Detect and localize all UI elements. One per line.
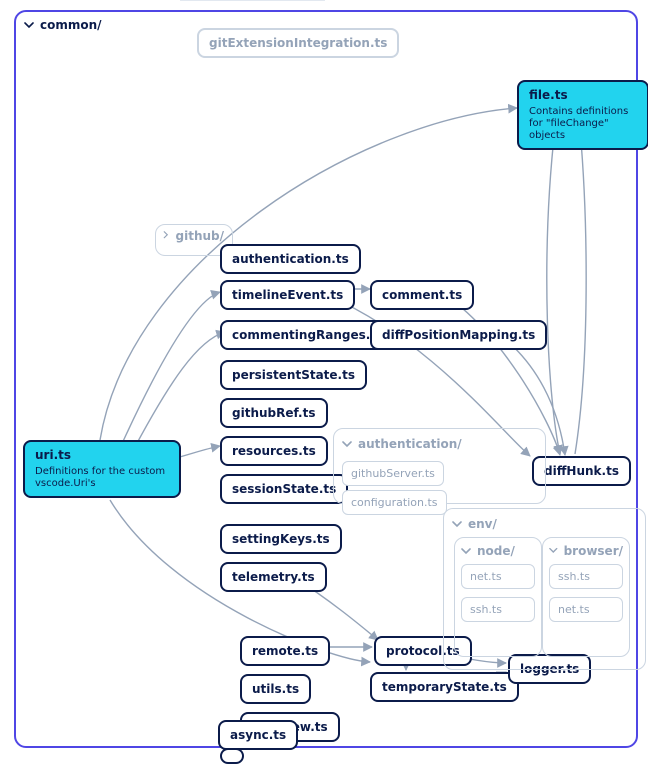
node-label: githubServer.ts — [351, 467, 435, 480]
node-label: utils.ts — [252, 682, 299, 696]
node-diffPositionMapping[interactable]: diffPositionMapping.ts — [370, 320, 547, 350]
group-env-browser-label: browser/ — [564, 544, 623, 558]
node-label: sessionState.ts — [232, 482, 336, 496]
node-label: diffHunk.ts — [544, 464, 619, 478]
group-env-node-label: node/ — [477, 544, 515, 558]
node-label: comment.ts — [382, 288, 462, 302]
node-label: ssh.ts — [558, 570, 590, 583]
node-label: net.ts — [470, 570, 502, 583]
node-label: persistentState.ts — [232, 368, 355, 382]
node-label: diffPositionMapping.ts — [382, 328, 535, 342]
chevron-down-icon — [342, 439, 352, 449]
node-label: uri.ts — [35, 448, 71, 462]
chevron-down-icon — [549, 546, 558, 556]
node-label: gitExtensionIntegration.ts — [209, 36, 387, 50]
node-label: remote.ts — [252, 644, 318, 658]
chevron-down-icon — [461, 546, 471, 556]
node-diffHunk[interactable]: diffHunk.ts — [532, 456, 631, 486]
diagram-stage: { "groups": { "common": { "label": "comm… — [0, 0, 648, 766]
group-env-header[interactable]: env/ — [452, 517, 637, 531]
node-gitExtensionIntegration[interactable]: gitExtensionIntegration.ts — [197, 28, 399, 58]
group-github-label: github/ — [176, 229, 225, 243]
node-remote[interactable]: remote.ts — [240, 636, 330, 666]
node-label: async.ts — [230, 728, 286, 742]
node-label: ssh.ts — [470, 603, 502, 616]
chevron-right-icon — [162, 231, 170, 241]
group-common-header[interactable]: common/ — [24, 18, 102, 32]
node-githubServer[interactable]: githubServer.ts — [342, 461, 444, 486]
group-authentication-header[interactable]: authentication/ — [342, 437, 537, 451]
node-label: timelineEvent.ts — [232, 288, 343, 302]
group-common-label: common/ — [40, 18, 102, 32]
node-telemetry[interactable]: telemetry.ts — [220, 562, 327, 592]
node-timelineEvent[interactable]: timelineEvent.ts — [220, 280, 355, 310]
node-authentication[interactable]: authentication.ts — [220, 244, 361, 274]
node-commentingRanges[interactable]: commentingRanges.ts — [220, 320, 395, 350]
group-env-label: env/ — [468, 517, 497, 531]
node-settingKeys[interactable]: settingKeys.ts — [220, 524, 342, 554]
node-resources[interactable]: resources.ts — [220, 436, 328, 466]
node-label: resources.ts — [232, 444, 316, 458]
node-env-browser-ssh[interactable]: ssh.ts — [549, 564, 623, 589]
node-sessionState[interactable]: sessionState.ts — [220, 474, 348, 504]
group-env-browser: browser/ ssh.ts net.ts — [542, 537, 630, 657]
node-persistentState[interactable]: persistentState.ts — [220, 360, 367, 390]
group-env-browser-header[interactable]: browser/ — [549, 544, 623, 558]
node-label: temporaryState.ts — [382, 680, 507, 694]
group-env-node: node/ net.ts ssh.ts — [454, 537, 542, 657]
node-env-node-ssh[interactable]: ssh.ts — [461, 597, 535, 622]
node-label: githubRef.ts — [232, 406, 316, 420]
node-label: commentingRanges.ts — [232, 328, 383, 342]
node-label: configuration.ts — [351, 496, 438, 509]
node-label: net.ts — [558, 603, 590, 616]
node-temporaryState[interactable]: temporaryState.ts — [370, 672, 519, 702]
node-desc: Contains definitions for "fileChange" ob… — [529, 106, 637, 142]
node-label: file.ts — [529, 88, 568, 102]
node-utils[interactable]: utils.ts — [240, 674, 311, 704]
node-async-wrapper — [220, 748, 244, 764]
node-env-browser-net[interactable]: net.ts — [549, 597, 623, 622]
group-authentication: authentication/ githubServer.ts configur… — [333, 428, 546, 504]
group-authentication-label: authentication/ — [358, 437, 462, 451]
node-file[interactable]: file.ts Contains definitions for "fileCh… — [517, 80, 648, 150]
chevron-down-icon — [452, 519, 462, 529]
node-env-node-net[interactable]: net.ts — [461, 564, 535, 589]
outer-tab-edge — [180, 0, 325, 3]
node-uri[interactable]: uri.ts Definitions for the custom vscode… — [23, 440, 181, 498]
node-desc: Definitions for the custom vscode.Uri's — [35, 466, 169, 490]
node-label: settingKeys.ts — [232, 532, 330, 546]
node-configuration[interactable]: configuration.ts — [342, 490, 447, 515]
node-githubRef[interactable]: githubRef.ts — [220, 398, 328, 428]
group-env: env/ node/ net.ts ssh.ts browser/ ssh.ts… — [443, 508, 646, 670]
group-env-node-header[interactable]: node/ — [461, 544, 535, 558]
chevron-down-icon — [24, 20, 34, 30]
node-label: authentication.ts — [232, 252, 349, 266]
node-async[interactable]: async.ts — [218, 720, 298, 750]
node-label: telemetry.ts — [232, 570, 315, 584]
node-comment[interactable]: comment.ts — [370, 280, 474, 310]
